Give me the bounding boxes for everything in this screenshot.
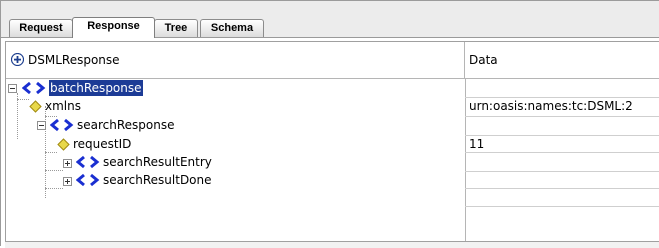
tab-schema[interactable]: Schema: [200, 19, 264, 37]
collapse-box-icon[interactable]: [8, 84, 17, 93]
tree-row-requestid[interactable]: requestID: [6, 136, 465, 152]
tree-connector: [45, 188, 63, 189]
expand-box-icon[interactable]: [63, 177, 72, 186]
data-cell[interactable]: urn:oasis:names:tc:DSML:2: [469, 99, 659, 113]
tree-row-xmlns[interactable]: xmlns: [6, 98, 465, 114]
column-header-data[interactable]: Data: [465, 42, 659, 79]
column-header-dsmlresponse[interactable]: DSMLResponse: [6, 42, 465, 79]
tree-row-searchresultdone[interactable]: searchResultDone: [6, 172, 465, 188]
row-divider: [465, 171, 659, 172]
row-divider: [465, 135, 659, 136]
expand-box-icon[interactable]: [63, 159, 72, 168]
xml-element-icon: [50, 118, 74, 132]
tab-request[interactable]: Request: [9, 19, 73, 37]
xml-attribute-icon: [57, 138, 70, 151]
row-divider: [465, 116, 659, 117]
tree-node-label: requestID: [73, 137, 132, 151]
tab-tree[interactable]: Tree: [154, 19, 198, 37]
tree-node-label: xmlns: [45, 99, 81, 113]
data-cell[interactable]: 11: [469, 137, 659, 151]
response-tree-table: DSMLResponse Data batchResponse xmlns ur…: [5, 41, 659, 242]
tree-connector: [45, 170, 63, 171]
row-divider: [465, 152, 659, 153]
xml-element-icon: [22, 81, 46, 95]
tree-node-label: searchResponse: [77, 118, 175, 132]
collapse-box-icon[interactable]: [37, 121, 46, 130]
row-divider: [465, 188, 659, 189]
tab-response[interactable]: Response: [72, 17, 155, 38]
tree-node-label: searchResultEntry: [103, 155, 212, 169]
row-divider: [465, 206, 659, 207]
tree-connector: [45, 152, 57, 153]
dsml-response-panel: Request Response Tree Schema DSMLRespons…: [0, 0, 659, 248]
tree-node-label: searchResultDone: [103, 173, 212, 187]
xml-element-icon: [76, 173, 100, 187]
tree-row-searchresultentry[interactable]: searchResultEntry: [6, 154, 465, 170]
row-divider: [465, 97, 659, 98]
xml-attribute-icon: [29, 100, 42, 113]
tree-node-label: batchResponse: [49, 80, 143, 96]
column-header-label: Data: [469, 53, 498, 67]
tree-row-searchresponse[interactable]: searchResponse: [6, 117, 465, 133]
panel-bottom-edge: [5, 241, 659, 248]
add-circle-icon[interactable]: [11, 53, 24, 66]
column-separator: [465, 79, 466, 242]
xml-element-icon: [76, 155, 100, 169]
tab-strip: Request Response Tree Schema: [1, 1, 659, 38]
column-header-label: DSMLResponse: [28, 53, 120, 67]
tree-row-batchresponse[interactable]: batchResponse: [6, 80, 465, 96]
